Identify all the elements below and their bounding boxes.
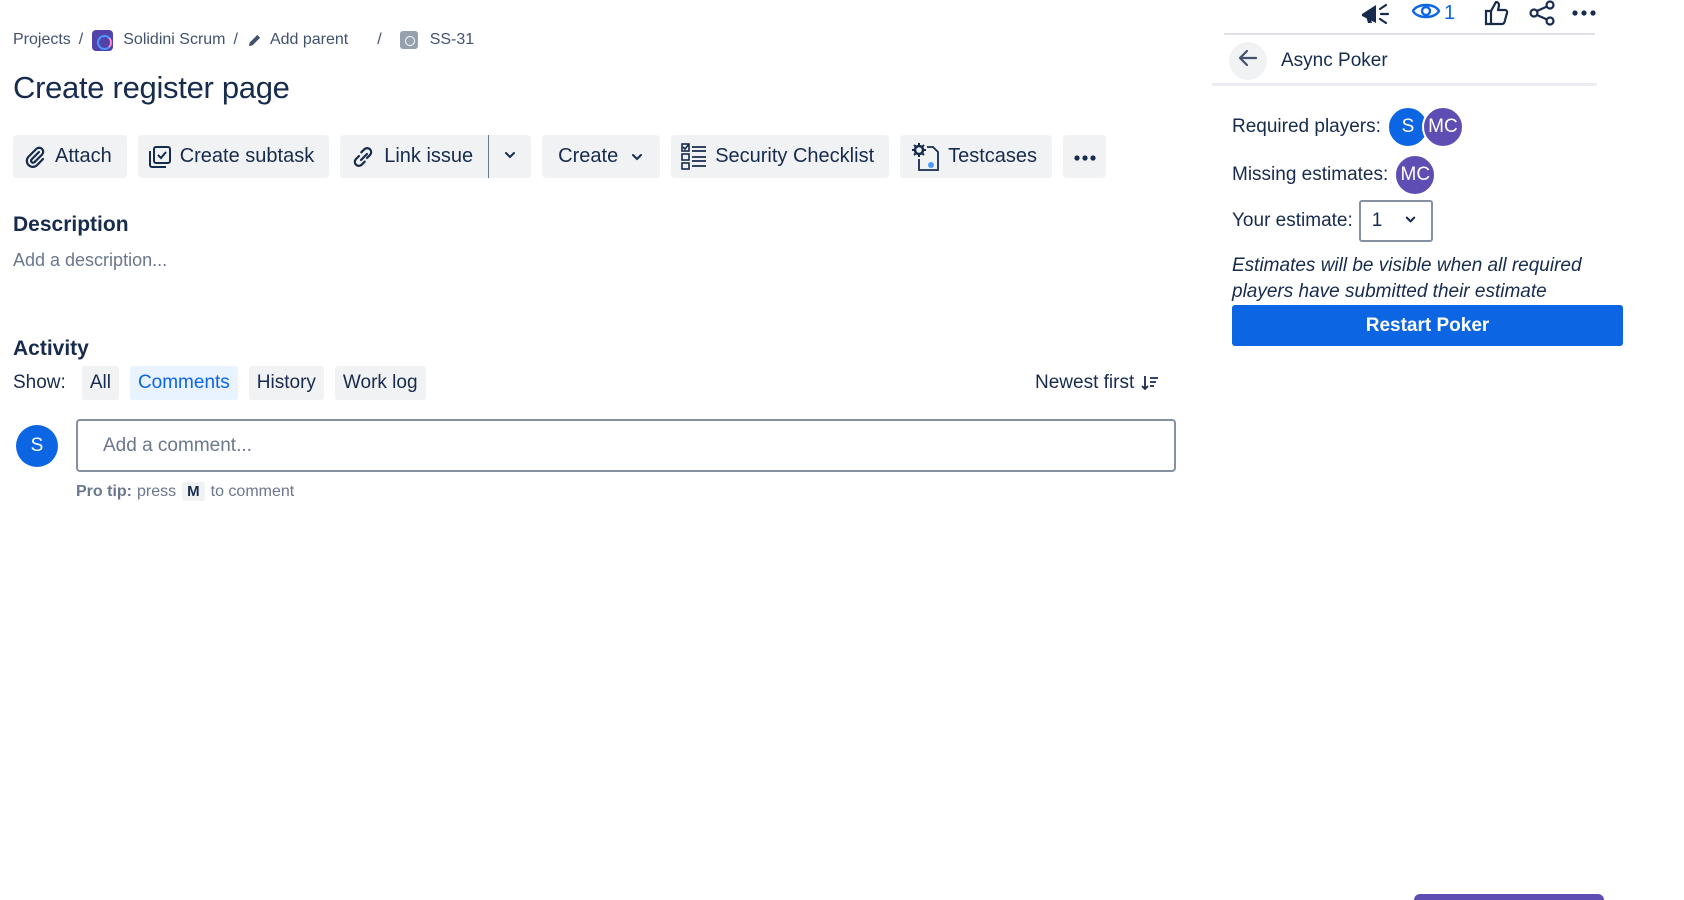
create-button[interactable]: Create bbox=[542, 135, 661, 178]
description-heading: Description bbox=[13, 213, 129, 236]
sort-descending-icon bbox=[1141, 375, 1159, 391]
more-icon[interactable] bbox=[1571, 9, 1597, 17]
breadcrumb-separator: / bbox=[233, 31, 238, 48]
avatar: MC bbox=[1394, 154, 1437, 196]
breadcrumb-issue-key[interactable]: SS-31 bbox=[399, 31, 475, 49]
watch-button[interactable]: 1 bbox=[1411, 0, 1455, 27]
breadcrumb-projects[interactable]: Projects bbox=[13, 31, 71, 49]
testcases-label: Testcases bbox=[948, 145, 1038, 167]
breadcrumb-project-label: Solidini Scrum bbox=[123, 31, 226, 48]
description-field[interactable]: Add a description... bbox=[13, 250, 167, 271]
filter-all[interactable]: All bbox=[81, 366, 119, 400]
floating-button-edge[interactable] bbox=[1414, 894, 1604, 900]
create-subtask-button[interactable]: Create subtask bbox=[137, 135, 330, 178]
pro-tip-rest: to comment bbox=[210, 482, 295, 500]
breadcrumb-separator: / bbox=[377, 31, 382, 48]
issue-top-actions: 1 bbox=[1360, 0, 1597, 26]
chevron-down-icon bbox=[1404, 210, 1417, 232]
your-estimate-row: Your estimate: 1 bbox=[1232, 200, 1433, 242]
sort-order-label: Newest first bbox=[1035, 372, 1135, 393]
restart-poker-button[interactable]: Restart Poker bbox=[1232, 305, 1623, 346]
breadcrumb-project[interactable]: Solidini Scrum bbox=[92, 29, 226, 51]
filter-work-log[interactable]: Work log bbox=[334, 366, 426, 400]
poker-panel-header: Async Poker bbox=[1212, 38, 1597, 86]
pencil-icon bbox=[247, 33, 262, 48]
required-players-label: Required players: bbox=[1232, 116, 1381, 137]
poker-note: Estimates will be visible when all requi… bbox=[1232, 255, 1582, 302]
eye-icon bbox=[1411, 0, 1441, 27]
show-label: Show: bbox=[13, 372, 66, 393]
breadcrumb-issue-key-label: SS-31 bbox=[429, 31, 475, 48]
link-issue-label: Link issue bbox=[384, 145, 474, 167]
estimate-select[interactable]: 1 bbox=[1358, 200, 1433, 242]
attach-label: Attach bbox=[55, 145, 112, 167]
breadcrumb-add-parent[interactable]: Add parent bbox=[247, 31, 348, 49]
pro-tip: Pro tip: press M to comment bbox=[76, 482, 294, 501]
avatar: S bbox=[16, 425, 58, 467]
arrow-left-icon bbox=[1238, 49, 1258, 72]
testcases-button[interactable]: Testcases bbox=[900, 135, 1053, 178]
attach-button[interactable]: Attach bbox=[13, 135, 127, 178]
your-estimate-label: Your estimate: bbox=[1232, 210, 1353, 231]
thumbs-up-icon[interactable] bbox=[1483, 0, 1509, 26]
pro-tip-label: Pro tip: bbox=[76, 482, 132, 500]
issue-toolbar: Attach Create subtask Link issue Create bbox=[13, 135, 1107, 178]
chevron-down-icon bbox=[630, 150, 644, 164]
breadcrumb-add-parent-label: Add parent bbox=[269, 31, 349, 48]
page-title[interactable]: Create register page bbox=[13, 70, 290, 106]
back-button[interactable] bbox=[1229, 41, 1267, 80]
sort-order-button[interactable]: Newest first bbox=[1035, 366, 1159, 400]
megaphone-icon[interactable] bbox=[1360, 0, 1390, 26]
link-issue-button[interactable]: Link issue bbox=[340, 135, 489, 178]
estimate-value: 1 bbox=[1371, 210, 1383, 231]
breadcrumb-separator: / bbox=[78, 31, 84, 48]
link-issue-split-button: Link issue bbox=[340, 135, 532, 178]
security-checklist-label: Security Checklist bbox=[715, 145, 875, 167]
activity-heading: Activity bbox=[13, 337, 89, 360]
create-subtask-label: Create subtask bbox=[179, 145, 315, 167]
chevron-down-icon bbox=[503, 145, 517, 168]
subtask-icon bbox=[148, 145, 172, 169]
required-players-row: Required players: S MC bbox=[1232, 106, 1464, 148]
link-icon bbox=[350, 145, 376, 169]
poker-panel-title: Async Poker bbox=[1281, 49, 1388, 71]
more-actions-button[interactable] bbox=[1063, 135, 1107, 178]
share-icon[interactable] bbox=[1528, 0, 1556, 26]
link-issue-dropdown-button[interactable] bbox=[488, 135, 532, 178]
missing-estimates-row: Missing estimates: MC bbox=[1232, 154, 1437, 196]
more-icon bbox=[1073, 145, 1097, 168]
create-label: Create bbox=[558, 145, 619, 167]
paperclip-icon bbox=[23, 145, 47, 169]
watch-count: 1 bbox=[1444, 1, 1456, 24]
testcases-icon bbox=[910, 141, 940, 173]
missing-estimates-label: Missing estimates: bbox=[1232, 164, 1389, 185]
activity-filter-bar: Show: All Comments History Work log bbox=[13, 366, 437, 400]
security-checklist-button[interactable]: Security Checklist bbox=[671, 135, 890, 178]
issue-type-icon bbox=[399, 31, 418, 49]
pro-tip-press: press bbox=[137, 482, 177, 500]
project-icon bbox=[92, 29, 114, 51]
filter-comments[interactable]: Comments bbox=[129, 366, 238, 400]
avatar: MC bbox=[1421, 106, 1464, 148]
filter-history[interactable]: History bbox=[248, 366, 324, 400]
divider bbox=[1224, 33, 1595, 35]
comment-input[interactable] bbox=[76, 419, 1176, 472]
checklist-icon bbox=[681, 142, 707, 172]
breadcrumb: Projects / Solidini Scrum / Add parent /… bbox=[13, 28, 474, 52]
pro-tip-key: M bbox=[182, 482, 205, 501]
